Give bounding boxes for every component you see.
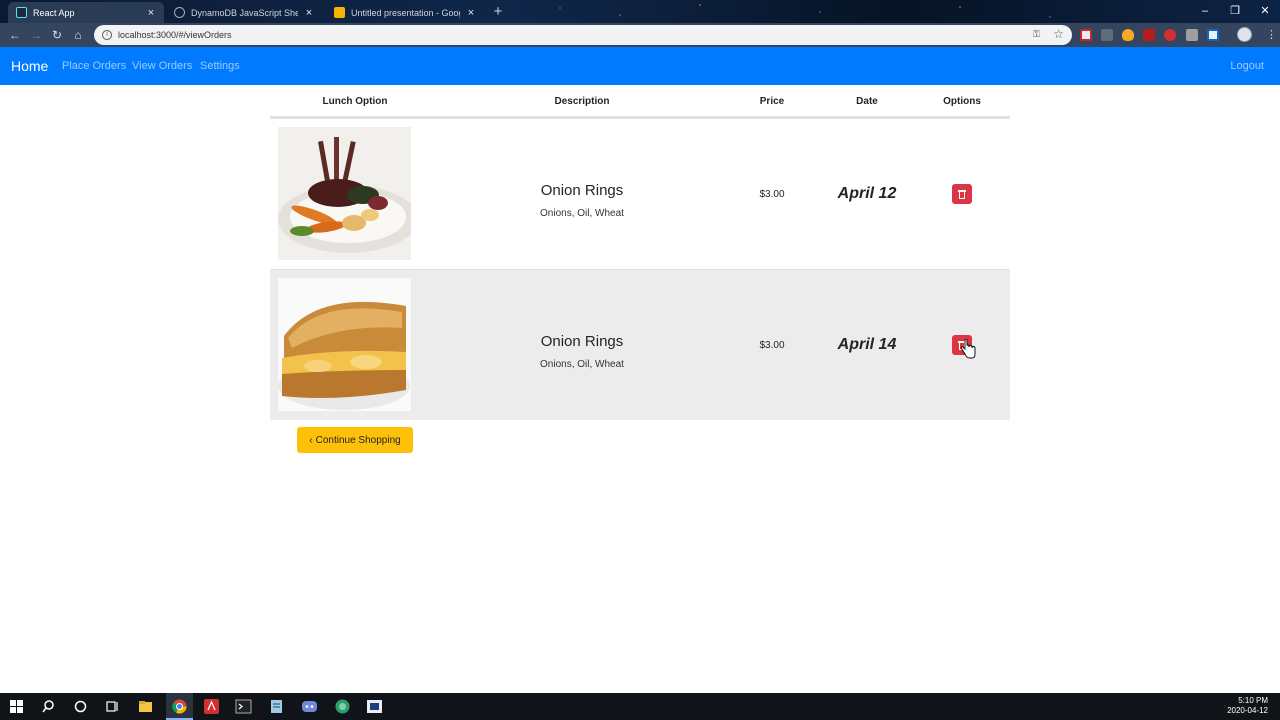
nav-place-orders[interactable]: Place Orders <box>62 60 126 72</box>
table-row: Onion Rings Onions, Oil, Wheat $3.00 Apr… <box>270 269 1010 420</box>
notepad-icon[interactable] <box>268 698 285 715</box>
app-icon[interactable] <box>334 698 351 715</box>
header-description: Description <box>554 96 610 107</box>
terminal-icon[interactable] <box>235 698 252 715</box>
windows-taskbar: 5:10 PM 2020-04-12 <box>0 693 1280 720</box>
order-date: April 14 <box>837 336 897 353</box>
star-icon[interactable]: ☆ <box>1053 28 1064 40</box>
discord-icon[interactable] <box>301 698 318 715</box>
tab-dynamodb-shell[interactable]: DynamoDB JavaScript Shell × <box>166 2 322 23</box>
chevron-left-icon: ‹ <box>309 434 313 446</box>
extension-icon[interactable] <box>1101 29 1113 41</box>
item-name: Onion Rings <box>540 182 624 199</box>
close-window-button[interactable]: ✕ <box>1250 2 1280 20</box>
restore-button[interactable]: ❐ <box>1220 2 1250 20</box>
item-price: $3.00 <box>759 340 785 351</box>
clock-date: 2020-04-12 <box>1227 706 1268 715</box>
forward-icon[interactable]: → <box>27 26 45 44</box>
browser-tab-strip: React App × DynamoDB JavaScript Shell × … <box>0 0 1280 23</box>
continue-shopping-label: Continue Shopping <box>315 434 401 446</box>
header-lunch-option: Lunch Option <box>322 96 388 107</box>
menu-icon[interactable]: ⋮ <box>1266 28 1277 42</box>
close-icon[interactable]: × <box>466 7 476 19</box>
extension-icon[interactable] <box>1122 29 1134 41</box>
order-date: April 12 <box>837 185 897 202</box>
system-clock[interactable]: 5:10 PM 2020-04-12 <box>1227 696 1268 716</box>
acrobat-icon[interactable] <box>203 698 220 715</box>
header-price: Price <box>759 96 785 107</box>
item-name: Onion Rings <box>540 333 624 350</box>
profile-avatar[interactable] <box>1237 27 1252 42</box>
grilled-cheese-image <box>278 278 411 411</box>
home-link[interactable]: Home <box>11 58 48 74</box>
table-row: Onion Rings Onions, Oil, Wheat $3.00 Apr… <box>270 118 1010 269</box>
app-icon[interactable] <box>366 698 383 715</box>
item-description: Onions, Oil, Wheat <box>540 208 624 219</box>
extension-icon[interactable] <box>1143 29 1155 41</box>
task-view-icon[interactable] <box>104 698 121 715</box>
header-options: Options <box>943 96 981 107</box>
clock-time: 5:10 PM <box>1238 696 1268 705</box>
item-price: $3.00 <box>759 189 785 200</box>
table-header: Lunch Option Description Price Date Opti… <box>270 85 1010 118</box>
logout-link[interactable]: Logout <box>1230 60 1264 72</box>
chrome-icon[interactable] <box>171 698 188 715</box>
nav-settings[interactable]: Settings <box>200 60 240 72</box>
browser-toolbar: ← → ↻ ⌂ i localhost:3000/#/viewOrders ⚿ … <box>0 23 1280 47</box>
globe-icon <box>174 7 185 18</box>
windows-start-icon[interactable] <box>8 698 25 715</box>
back-icon[interactable]: ← <box>6 26 24 44</box>
tab-title: DynamoDB JavaScript Shell <box>191 7 298 18</box>
orders-table: Lunch Option Description Price Date Opti… <box>270 85 1010 420</box>
address-bar[interactable]: i localhost:3000/#/viewOrders ⚿ ☆ <box>94 25 1072 45</box>
slides-icon <box>334 7 345 18</box>
hand-cursor-icon <box>960 339 976 359</box>
tab-title: React App <box>33 7 75 18</box>
key-icon[interactable]: ⚿ <box>1033 30 1042 39</box>
url-text: localhost:3000/#/viewOrders <box>118 30 232 40</box>
delete-order-button[interactable] <box>952 184 972 204</box>
cortana-icon[interactable] <box>72 698 89 715</box>
trash-icon <box>958 189 966 199</box>
tab-title: Untitled presentation - Google S <box>351 7 460 18</box>
search-icon[interactable] <box>40 698 57 715</box>
nav-view-orders[interactable]: View Orders <box>132 60 192 72</box>
lamb-chops-image <box>278 127 411 260</box>
header-date: Date <box>856 96 878 107</box>
extension-icon[interactable] <box>1207 29 1219 41</box>
extension-icon[interactable] <box>1080 29 1092 41</box>
react-icon <box>16 7 27 18</box>
extension-icon[interactable] <box>1186 29 1198 41</box>
item-description: Onions, Oil, Wheat <box>540 359 624 370</box>
close-icon[interactable]: × <box>146 7 156 19</box>
new-tab-button[interactable]: + <box>489 3 507 21</box>
info-icon[interactable]: i <box>102 30 112 40</box>
file-explorer-icon[interactable] <box>137 698 154 715</box>
app-navbar: Home Place Orders View Orders Settings L… <box>0 47 1280 85</box>
home-icon[interactable]: ⌂ <box>69 26 87 44</box>
reload-icon[interactable]: ↻ <box>48 26 66 44</box>
extension-icon[interactable] <box>1164 29 1176 41</box>
minimize-button[interactable]: – <box>1190 2 1220 20</box>
tab-google-slides[interactable]: Untitled presentation - Google S × <box>326 2 484 23</box>
close-icon[interactable]: × <box>304 7 314 19</box>
continue-shopping-button[interactable]: ‹ Continue Shopping <box>297 427 413 453</box>
tab-react-app[interactable]: React App × <box>8 2 164 23</box>
